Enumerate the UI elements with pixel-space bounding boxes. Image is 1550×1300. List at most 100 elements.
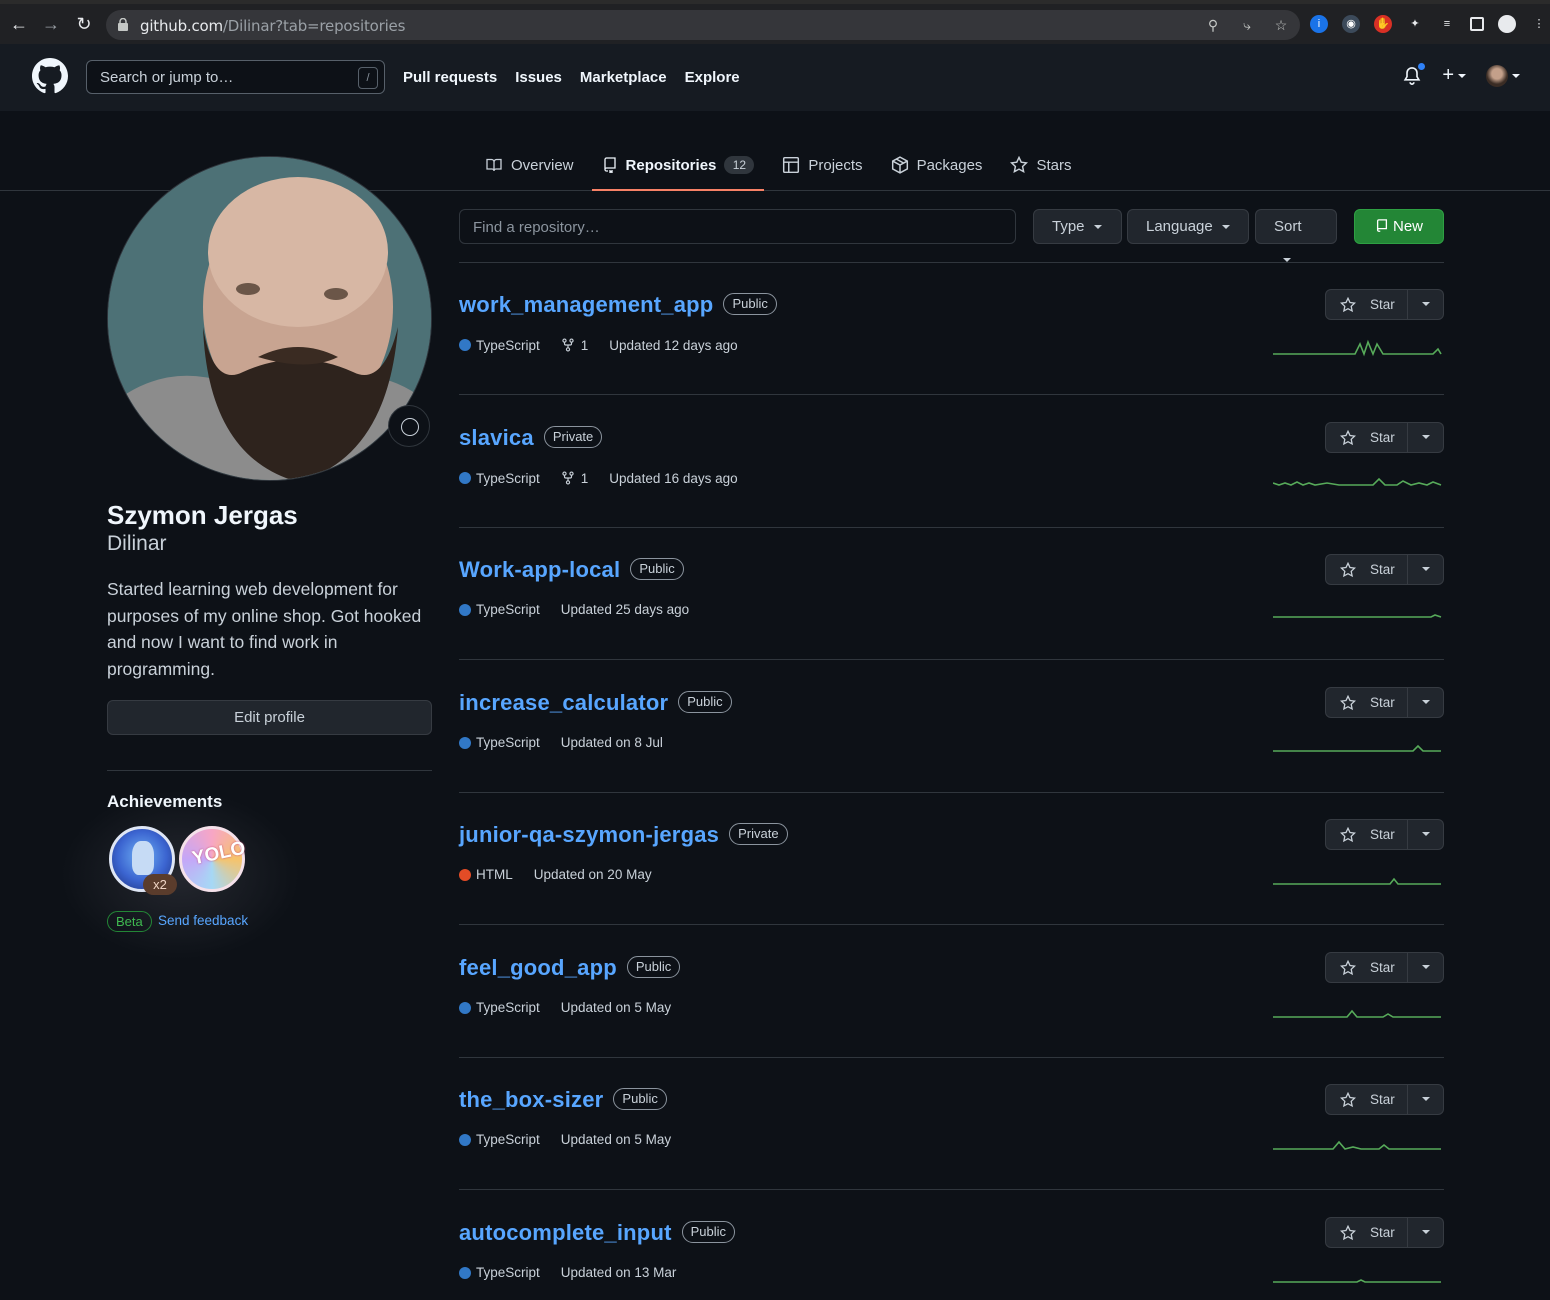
type-filter-button[interactable]: Type xyxy=(1033,209,1122,244)
tab-packages[interactable]: Packages xyxy=(881,140,993,190)
book-icon xyxy=(486,158,502,172)
create-new-dropdown[interactable]: + xyxy=(1442,64,1466,87)
activity-sparkline xyxy=(1273,1009,1441,1018)
yolo-achievement-badge-icon[interactable]: YOLO xyxy=(179,826,248,892)
notification-dot xyxy=(1417,61,1427,71)
language-color-dot xyxy=(459,472,471,484)
password-manager-icon[interactable]: i xyxy=(1310,15,1328,33)
chevron-down-icon xyxy=(1512,73,1520,78)
forward-arrow-icon[interactable]: → xyxy=(40,13,62,35)
star-button[interactable]: Star xyxy=(1325,554,1408,585)
send-feedback-link[interactable]: Send feedback xyxy=(158,913,248,928)
nav-issues[interactable]: Issues xyxy=(515,69,562,86)
language-filter-button[interactable]: Language xyxy=(1127,209,1249,244)
repo-name-link[interactable]: increase_calculator Public xyxy=(459,690,732,716)
tab-stars[interactable]: Stars xyxy=(1000,140,1081,190)
back-arrow-icon[interactable]: ← xyxy=(8,13,30,35)
menu-kebab-icon[interactable]: ⋮ xyxy=(1530,15,1548,33)
side-panel-icon[interactable] xyxy=(1470,17,1484,31)
star-icon xyxy=(1340,296,1356,312)
fork-count-link[interactable]: 1 xyxy=(561,337,588,353)
repo-row: increase_calculator Public TypeScript Upd… xyxy=(459,660,1444,793)
visibility-badge: Public xyxy=(613,1088,667,1110)
profile-avatar[interactable] xyxy=(107,156,432,481)
chevron-down-icon xyxy=(1421,566,1430,571)
address-bar[interactable]: github.com/Dilinar?tab=repositories ⚲ ⤷ … xyxy=(106,10,1300,40)
fork-count-link[interactable]: 1 xyxy=(561,470,588,486)
star-button-group: Star xyxy=(1325,1084,1444,1115)
yolo-badge-text: YOLO xyxy=(190,837,248,870)
tab-repositories[interactable]: Repositories 12 xyxy=(591,140,765,191)
find-repository-input[interactable]: Find a repository… xyxy=(459,209,1016,244)
find-placeholder: Find a repository… xyxy=(473,219,600,236)
star-button[interactable]: Star xyxy=(1325,1217,1408,1248)
tab-projects[interactable]: Projects xyxy=(772,140,872,190)
repo-updated: Updated on 5 May xyxy=(560,1000,672,1015)
github-logo-icon[interactable] xyxy=(32,58,68,94)
sort-filter-button[interactable]: Sort xyxy=(1255,209,1337,263)
star-button-group: Star xyxy=(1325,554,1444,585)
star-button[interactable]: Star xyxy=(1325,687,1408,718)
header-nav: Pull requests Issues Marketplace Explore xyxy=(403,69,740,86)
star-list-dropdown[interactable] xyxy=(1408,819,1444,850)
star-icon xyxy=(1340,959,1356,975)
repo-language: TypeScript xyxy=(459,471,540,486)
star-list-dropdown[interactable] xyxy=(1408,422,1444,453)
tab-overview[interactable]: Overview xyxy=(475,140,584,190)
reload-icon[interactable]: ↻ xyxy=(73,13,95,35)
repo-name-link[interactable]: autocomplete_input Public xyxy=(459,1220,736,1246)
profile-login: Dilinar xyxy=(107,532,167,555)
repo-row: autocomplete_input Public TypeScript Upda… xyxy=(459,1190,1444,1300)
star-list-dropdown[interactable] xyxy=(1408,952,1444,983)
share-icon[interactable]: ⤷ xyxy=(1238,16,1256,34)
puzzle-icon[interactable]: ✦ xyxy=(1406,15,1424,33)
star-list-dropdown[interactable] xyxy=(1408,1084,1444,1115)
nav-pull-requests[interactable]: Pull requests xyxy=(403,69,497,86)
repo-language: HTML xyxy=(459,867,513,882)
star-list-dropdown[interactable] xyxy=(1408,554,1444,585)
nav-explore[interactable]: Explore xyxy=(685,69,740,86)
star-button[interactable]: Star xyxy=(1325,1084,1408,1115)
reading-list-icon[interactable]: ≡ xyxy=(1438,15,1456,33)
repo-name-link[interactable]: Work-app-local Public xyxy=(459,557,684,583)
star-button[interactable]: Star xyxy=(1325,422,1408,453)
fork-icon xyxy=(562,471,574,485)
repo-row: Work-app-local Public TypeScript Updated … xyxy=(459,527,1444,660)
global-search-input[interactable]: Search or jump to… / xyxy=(86,60,385,94)
repo-name-link[interactable]: the_box-sizer Public xyxy=(459,1087,667,1113)
notifications-bell-icon[interactable] xyxy=(1402,61,1427,87)
browser-toolbar: ← → ↻ github.com/Dilinar?tab=repositorie… xyxy=(0,0,1550,44)
repo-row: feel_good_app Public TypeScript Updated o… xyxy=(459,925,1444,1058)
lock-icon xyxy=(118,18,128,31)
star-button-group: Star xyxy=(1325,952,1444,983)
star-icon xyxy=(1340,1224,1356,1240)
activity-sparkline xyxy=(1273,744,1441,752)
star-list-dropdown[interactable] xyxy=(1408,1217,1444,1248)
repo-updated: Updated on 20 May xyxy=(533,867,652,882)
repo-name-link[interactable]: feel_good_app Public xyxy=(459,955,681,981)
set-status-smiley-icon[interactable] xyxy=(388,405,430,447)
bookmark-star-icon[interactable]: ☆ xyxy=(1272,16,1290,34)
zoom-icon[interactable]: ⚲ xyxy=(1204,16,1222,34)
repo-language: TypeScript xyxy=(459,1000,540,1015)
star-list-dropdown[interactable] xyxy=(1408,289,1444,320)
star-button[interactable]: Star xyxy=(1325,289,1408,320)
star-list-dropdown[interactable] xyxy=(1408,687,1444,718)
extension-icon[interactable]: ◉ xyxy=(1342,15,1360,33)
new-repository-button[interactable]: New xyxy=(1354,209,1444,244)
activity-sparkline xyxy=(1273,477,1442,486)
adblock-icon[interactable]: ✋ xyxy=(1374,15,1392,33)
visibility-badge: Private xyxy=(729,823,788,845)
repo-name-link[interactable]: junior-qa-szymon-jergas Private xyxy=(459,822,788,848)
nav-marketplace[interactable]: Marketplace xyxy=(580,69,667,86)
repo-name-link[interactable]: work_management_app Public xyxy=(459,292,777,318)
edit-profile-button[interactable]: Edit profile xyxy=(107,700,432,735)
repo-name-link[interactable]: slavica Private xyxy=(459,425,603,451)
activity-sparkline xyxy=(1273,1140,1441,1150)
achievements-title[interactable]: Achievements xyxy=(107,792,222,812)
repo-row: slavica Private TypeScript 1 Updated 16 d… xyxy=(459,395,1444,528)
star-button[interactable]: Star xyxy=(1325,952,1408,983)
user-menu-dropdown[interactable] xyxy=(1486,64,1520,87)
star-button[interactable]: Star xyxy=(1325,819,1408,850)
profile-avatar-icon[interactable] xyxy=(1498,15,1516,33)
